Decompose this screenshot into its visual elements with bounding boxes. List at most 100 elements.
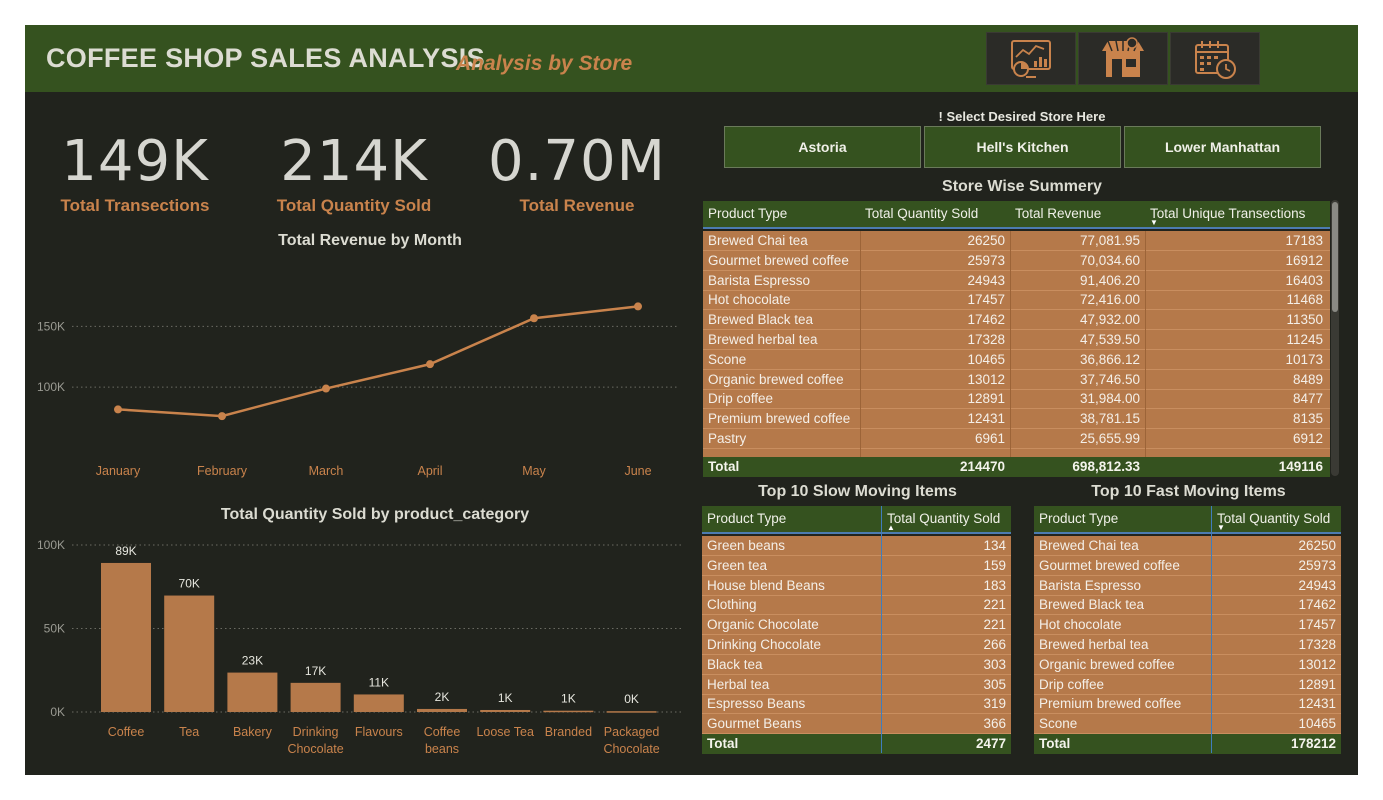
total-label: Total (708, 459, 740, 474)
table-row[interactable]: Premium brewed coffee 12431 38,781.15 8135 (703, 409, 1330, 430)
column-header[interactable]: Product Type (707, 511, 786, 526)
table-row[interactable]: Drip coffee 12891 31,984.00 8477 (703, 389, 1330, 410)
cell-transactions: 16912 (1285, 252, 1323, 268)
cell-product-type: Premium brewed coffee (708, 411, 851, 427)
table-row[interactable]: Gourmet brewed coffee 25973 (1034, 556, 1341, 576)
kpi-label: Total Quantity Sold (276, 196, 432, 215)
cell-quantity: 159 (983, 557, 1006, 573)
kpi-total-transactions: 149K Total Transections (35, 130, 235, 216)
cell-product-type: Brewed herbal tea (708, 332, 818, 347)
x-tick-label: Tea (179, 725, 199, 739)
column-header[interactable]: Total Unique Transections (1150, 206, 1305, 221)
cell-quantity: 24943 (967, 272, 1005, 288)
table-row[interactable]: Organic Chocolate 221 (702, 615, 1011, 636)
cell-product-type: Barista Espresso (1039, 577, 1142, 593)
kpi-total-quantity: 214K Total Quantity Sold (254, 130, 454, 216)
x-tick-label: March (309, 464, 344, 478)
y-tick-label: 50K (44, 622, 65, 636)
table-row[interactable]: Green tea 159 (702, 556, 1011, 576)
x-tick-label: Loose Tea (476, 725, 534, 739)
store-button-astoria[interactable]: Astoria (724, 126, 921, 168)
table-row[interactable]: Green beans 134 (702, 536, 1011, 556)
page-subtitle: Analysis by Store (456, 52, 633, 75)
column-divider (860, 231, 861, 457)
cell-quantity: 12891 (967, 391, 1005, 407)
table-row[interactable]: Organic brewed coffee 13012 (1034, 655, 1341, 675)
table-row[interactable]: Barista Espresso 24943 91,406.20 16403 (703, 271, 1330, 291)
cell-product-type: Organic brewed coffee (1039, 656, 1175, 672)
cell-product-type: Pastry (708, 431, 747, 446)
table-row[interactable]: Drip coffee 12891 (1034, 675, 1341, 695)
cell-transactions: 6912 (1292, 431, 1323, 446)
table-row[interactable]: Brewed herbal tea 17328 (1034, 635, 1341, 655)
cell-product-type: Gourmet brewed coffee (1039, 557, 1180, 573)
cell-product-type: Green tea (707, 557, 768, 573)
cell-product-type: Gourmet Beans (707, 716, 802, 732)
total-quantity: 2477 (975, 736, 1006, 751)
table-row[interactable]: Pastry 6961 25,655.99 6912 (703, 429, 1330, 449)
bar (164, 595, 215, 712)
table-total-row: Total 178212 (1034, 734, 1341, 754)
x-tick-label: Branded (545, 725, 592, 739)
nav-dashboard-button[interactable] (986, 32, 1076, 85)
nav-store-button[interactable] (1078, 32, 1168, 85)
cell-revenue: 47,539.50 (1079, 332, 1140, 347)
table-row[interactable]: Clothing 221 (702, 595, 1011, 616)
table-row[interactable]: Scone 10465 36,866.12 10173 (703, 350, 1330, 370)
nav-calendar-button[interactable] (1170, 32, 1260, 85)
table-row[interactable]: Gourmet Beans 366 (702, 714, 1011, 734)
page-title: COFFEE SHOP SALES ANALYSIS (46, 43, 485, 73)
cell-product-type: Brewed Chai tea (1039, 538, 1139, 553)
table-row[interactable]: House blend Beans 183 (702, 576, 1011, 596)
cell-transactions: 16403 (1285, 272, 1323, 288)
table-row[interactable]: Barista Espresso 24943 (1034, 576, 1341, 596)
column-header[interactable]: Total Quantity Sold (865, 206, 978, 221)
total-quantity: 178212 (1290, 736, 1336, 751)
table-row[interactable]: Organic brewed coffee 13012 37,746.50 8489 (703, 370, 1330, 390)
cell-quantity: 303 (983, 656, 1006, 672)
cell-product-type: Drinking Chocolate (707, 637, 822, 652)
table-row[interactable]: Scone 10465 (1034, 714, 1341, 734)
cell-product-type: Scone (708, 351, 747, 367)
column-header[interactable]: Total Quantity Sold (1217, 511, 1330, 526)
table-row[interactable]: Brewed Chai tea 26250 77,081.95 17183 (703, 231, 1330, 251)
table-row[interactable]: Espresso Beans 319 (702, 694, 1011, 715)
store-button-lower-manhattan[interactable]: Lower Manhattan (1124, 126, 1321, 168)
column-header[interactable]: Product Type (1039, 511, 1118, 526)
cell-product-type: House blend Beans (707, 577, 825, 593)
x-tick-label: Packaged Chocolate (603, 725, 659, 756)
cell-quantity: 13012 (1298, 656, 1336, 672)
table-row[interactable]: Black tea 303 (702, 655, 1011, 675)
table-row[interactable]: Brewed herbal tea 17328 47,539.50 11245 (703, 330, 1330, 350)
table-row[interactable]: Herbal tea 305 (702, 675, 1011, 695)
y-tick-label: 0K (50, 705, 65, 719)
data-label: 17K (305, 664, 326, 678)
column-header[interactable]: Total Quantity Sold (887, 511, 1000, 526)
bar (606, 711, 657, 713)
table-row[interactable]: Premium brewed coffee 12431 (1034, 694, 1341, 715)
cell-transactions: 10173 (1285, 351, 1323, 367)
table-row[interactable]: Gourmet brewed coffee 25973 70,034.60 16912 (703, 251, 1330, 271)
data-label: 1K (561, 692, 576, 706)
bar-chart-title: Total Quantity Sold by product_category (220, 506, 530, 523)
table-row[interactable]: Hot chocolate 17457 72,416.00 11468 (703, 290, 1330, 311)
dashboard-canvas: COFFEE SHOP SALES ANALYSIS Analysis by S… (25, 25, 1358, 775)
table-scrollbar[interactable] (1331, 200, 1339, 476)
column-header[interactable]: Product Type (708, 206, 787, 221)
cell-quantity: 12431 (967, 411, 1005, 427)
table-row[interactable]: Brewed Black tea 17462 (1034, 595, 1341, 616)
table-row[interactable]: Brewed Black tea 17462 47,932.00 11350 (703, 310, 1330, 331)
scrollbar-thumb[interactable] (1332, 202, 1338, 312)
sort-descending-icon: ▼ (1150, 218, 1158, 227)
table-row[interactable]: Drinking Chocolate 266 (702, 635, 1011, 655)
x-tick-label: June (624, 464, 651, 478)
y-tick-label: 100K (37, 538, 65, 552)
table-row[interactable]: Hot chocolate 17457 (1034, 615, 1341, 636)
column-divider (881, 506, 882, 753)
store-button-hells-kitchen[interactable]: Hell's Kitchen (924, 126, 1121, 168)
table-row[interactable]: Brewed Chai tea 26250 (1034, 536, 1341, 556)
cell-product-type: Clothing (707, 597, 757, 613)
column-header[interactable]: Total Revenue (1015, 206, 1101, 221)
cell-quantity: 134 (983, 538, 1006, 553)
cell-quantity: 25973 (967, 252, 1005, 268)
